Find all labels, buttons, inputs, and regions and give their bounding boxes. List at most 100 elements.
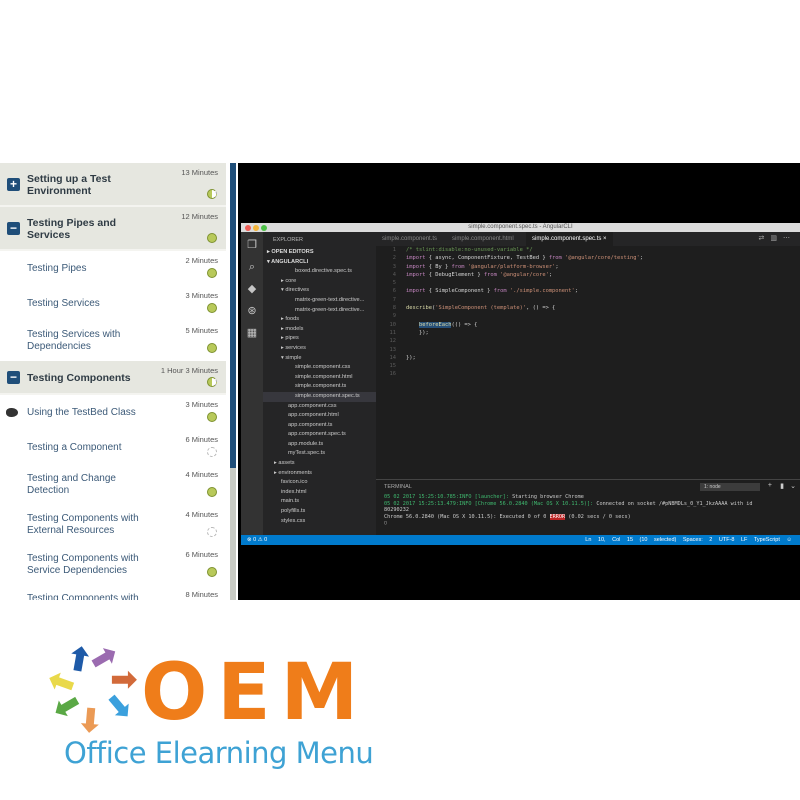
line-number: 5 (392, 280, 396, 287)
tree-label: simple.component.spec.ts (295, 392, 360, 399)
lesson-title: Testing Services with Dependencies (27, 329, 121, 352)
code-token: from (451, 263, 465, 270)
folder-item: ▾ ANGULARCLI (263, 258, 376, 268)
file-item: matrix-green-text.directive... (263, 306, 376, 316)
tree-label: pipes (285, 335, 299, 342)
code-line: 2 import { async, ComponentFixture, TestB… (376, 254, 800, 262)
file-item: simple.component.css (263, 363, 376, 373)
file-item: styles.css (263, 517, 376, 527)
editor-tab: simple.component.spec.ts × (526, 232, 613, 246)
code-token: '@angular/platform-browser' (464, 263, 556, 270)
tree-label: environments (278, 469, 312, 476)
lesson-item[interactable]: Testing and Change Detection 4 Minutes (0, 465, 226, 505)
code-token: ; (574, 288, 579, 295)
code-token: }); (406, 329, 429, 336)
window-titlebar: simple.component.spec.ts - AngularCLI (241, 223, 800, 232)
tree-label: boxed.directive.spec.ts (295, 268, 352, 275)
lesson-item[interactable]: Testing Components with Service Dependen… (0, 545, 226, 585)
lesson-title: Testing Pipes (27, 263, 87, 274)
code-token: from (493, 288, 507, 295)
tree-label: core (285, 277, 297, 284)
code-token: ; (639, 255, 643, 262)
tree-label: polyfills.ts (281, 508, 306, 515)
progress-partial-icon (207, 377, 217, 387)
editor-tab: simple.component.html (446, 232, 520, 246)
minus-icon[interactable]: − (7, 371, 20, 384)
status-bar: ⊗ 0 ⚠ 0 Ln 10, Col 15 (10 selected) Spac… (241, 535, 800, 545)
arrow-icon (71, 646, 90, 672)
section-title: Testing Components (27, 372, 131, 384)
lesson-item[interactable]: Testing Components with Async Services 8 … (0, 585, 226, 600)
cursor-position: Ln 10, Col 15 (10 selected) (585, 537, 677, 543)
duration: 13 Minutes (181, 168, 218, 177)
progress-partial-icon (207, 189, 217, 199)
progress-complete-icon (207, 343, 217, 353)
lesson-item[interactable]: Using the TestBed Class 3 Minutes (0, 395, 226, 430)
code-token: from (548, 255, 562, 262)
terminal-output: 05 02 2017 15:25:10.785:INFO [launcher]:… (376, 494, 800, 527)
lesson-item[interactable]: Testing Services 3 Minutes (0, 286, 226, 321)
files-icon: ❐ (247, 239, 257, 251)
code-token: from (483, 271, 497, 278)
arrow-icon (55, 696, 80, 717)
duration: 6 Minutes (185, 550, 218, 559)
code-line: 5 (376, 279, 800, 287)
course-outline: + Setting up a Test Environment 13 Minutes… (0, 163, 226, 600)
lesson-item[interactable]: Testing a Component 6 Minutes (0, 430, 226, 465)
plus-icon[interactable]: + (7, 178, 20, 191)
section-title: Testing Pipes and Services (27, 217, 117, 241)
code-area: 1 /* tslint:disable:no-unused-variable */… (376, 246, 800, 426)
code-line: 4 import { DebugElement } from '@angular/… (376, 271, 800, 279)
progress-complete-icon (207, 412, 217, 422)
file-item: index.html (263, 488, 376, 498)
lesson-item[interactable]: Testing Pipes 2 Minutes (0, 251, 226, 286)
course-scrollbar[interactable] (230, 163, 236, 600)
terminal-select: 1: node (700, 483, 760, 491)
tab-label: simple.component.ts (382, 236, 438, 242)
section-header[interactable]: − Testing Components 1 Hour 3 Minutes (0, 361, 226, 395)
arrow-icon (111, 670, 137, 689)
folder-item: ▸ environments (263, 469, 376, 479)
duration: 4 Minutes (185, 510, 218, 519)
folder-item: ▸ services (263, 344, 376, 354)
terminal-text: ▯ (384, 520, 388, 526)
status-right: Ln 10, Col 15 (10 selected) Spaces: 2 UT… (585, 535, 792, 545)
line-number: 11 (389, 329, 397, 336)
lesson-item[interactable]: Testing Services with Dependencies 5 Minu… (0, 321, 226, 361)
current-lesson-icon (6, 408, 18, 417)
video-player[interactable]: simple.component.spec.ts - AngularCLI ❐ … (238, 163, 800, 600)
file-item: main.ts (263, 497, 376, 507)
oem-logo: OEM Office Elearning Menu (38, 638, 374, 778)
tree-label: foods (285, 316, 300, 323)
code-line: 12 (376, 337, 800, 345)
tree-label: OPEN EDITORS (271, 249, 314, 255)
tree-label: services (285, 344, 306, 351)
code-line: 1 /* tslint:disable:no-unused-variable */ (376, 246, 800, 254)
tree-label: styles.css (281, 517, 306, 524)
tree-label: app.module.ts (288, 440, 324, 447)
close-tab-icon: × (601, 236, 607, 242)
progress-not-started-icon (207, 447, 217, 457)
scrollbar-thumb[interactable] (230, 163, 236, 468)
minus-icon[interactable]: − (7, 222, 20, 235)
arrow-icon (80, 707, 99, 733)
code-editor: ⇄▥⋯ simple.component.ts simple.component.… (376, 232, 800, 535)
file-item: app.component.spec.ts (263, 430, 376, 440)
code-token: import (406, 271, 426, 278)
code-token: { DebugElement } (425, 271, 484, 278)
window-title: simple.component.spec.ts - AngularCLI (468, 224, 573, 230)
progress-not-started-icon (207, 527, 217, 537)
line-number: 15 (389, 363, 397, 370)
terminal-text: Chrome 56.0.2840 (Mac OS X 10.11.5): Exe… (384, 513, 550, 520)
section-header[interactable]: + Setting up a Test Environment 13 Minutes (0, 163, 226, 207)
problems-count: ⊗ 0 ⚠ 0 (247, 537, 268, 543)
brand-name: OEM (141, 648, 369, 738)
lesson-item[interactable]: Testing Components with External Resourc… (0, 505, 226, 545)
trash-icon: ▮ (780, 483, 784, 490)
editor-tab: simple.component.ts (376, 232, 443, 246)
lesson-title: Testing Services (27, 298, 100, 309)
line-number: 2 (392, 255, 396, 262)
section-header[interactable]: − Testing Pipes and Services 12 Minutes (0, 207, 226, 251)
duration: 3 Minutes (185, 400, 218, 409)
